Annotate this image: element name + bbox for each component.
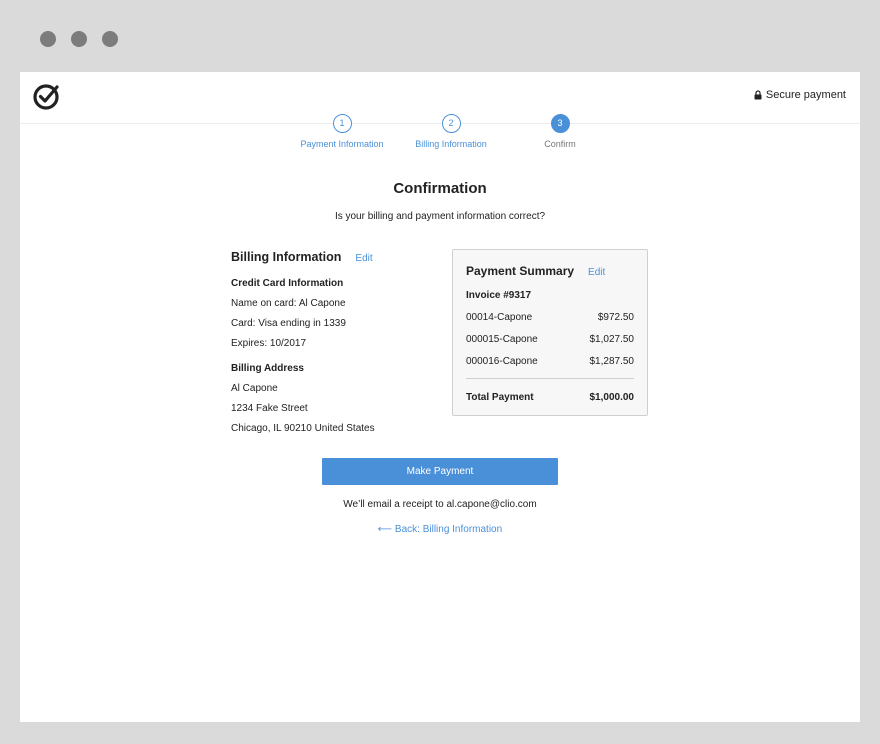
make-payment-button[interactable]: Make Payment bbox=[322, 458, 558, 485]
summary-heading: Payment Summary bbox=[466, 264, 575, 278]
payment-page: Secure payment 1 Payment Information 2 B… bbox=[20, 72, 860, 722]
line-item-amount: $1,287.50 bbox=[589, 356, 635, 367]
lock-icon bbox=[754, 90, 762, 100]
progress-stepper: 1 Payment Information 2 Billing Informat… bbox=[20, 114, 860, 154]
billing-address-heading: Billing Address bbox=[231, 363, 304, 374]
step-number: 2 bbox=[441, 114, 461, 133]
window-controls bbox=[40, 31, 118, 47]
total-amount: $1,000.00 bbox=[589, 392, 635, 403]
summary-line-item: 000015-Capone $1,027.50 bbox=[466, 334, 634, 345]
summary-total-row: Total Payment $1,000.00 bbox=[466, 392, 634, 403]
billing-header: Billing Information Edit bbox=[231, 250, 431, 264]
address-city: Chicago, IL 90210 United States bbox=[231, 423, 375, 434]
receipt-notice: We’ll email a receipt to al.capone@clio.… bbox=[343, 499, 537, 510]
step-label: Confirm bbox=[544, 139, 576, 149]
page-title: Confirmation bbox=[393, 180, 487, 197]
summary-header: Payment Summary Edit bbox=[466, 264, 634, 278]
checkmark-circle-icon[interactable] bbox=[32, 82, 62, 112]
maximize-dot[interactable] bbox=[102, 31, 118, 47]
total-label: Total Payment bbox=[466, 392, 534, 403]
card-expiry: Expires: 10/2017 bbox=[231, 338, 307, 349]
invoice-number: Invoice #9317 bbox=[466, 290, 532, 301]
minimize-dot[interactable] bbox=[71, 31, 87, 47]
credit-card-heading: Credit Card Information bbox=[231, 278, 344, 289]
line-item-name: 00014-Capone bbox=[466, 312, 533, 323]
secure-payment-indicator: Secure payment bbox=[754, 89, 846, 101]
line-item-amount: $972.50 bbox=[597, 312, 634, 323]
line-item-name: 000016-Capone bbox=[466, 356, 538, 367]
payment-summary-card: Payment Summary Edit Invoice #9317 00014… bbox=[452, 249, 648, 416]
billing-heading: Billing Information bbox=[231, 250, 342, 264]
card-number: Card: Visa ending in 1339 bbox=[231, 318, 346, 329]
back-billing-link[interactable]: ⟵ Back: Billing Information bbox=[20, 524, 860, 535]
address-street: 1234 Fake Street bbox=[231, 403, 308, 414]
edit-billing-link[interactable]: Edit bbox=[355, 253, 372, 264]
line-item-name: 000015-Capone bbox=[466, 334, 538, 345]
summary-line-item: 00014-Capone $972.50 bbox=[466, 312, 634, 323]
page-subtitle: Is your billing and payment information … bbox=[334, 211, 546, 222]
summary-line-item: 000016-Capone $1,287.50 bbox=[466, 356, 634, 367]
address-name: Al Capone bbox=[231, 383, 278, 394]
summary-divider bbox=[466, 378, 634, 379]
secure-payment-label: Secure payment bbox=[765, 89, 846, 101]
close-dot[interactable] bbox=[40, 31, 56, 47]
billing-information-section: Billing Information Edit Credit Card Inf… bbox=[231, 250, 431, 434]
edit-summary-link[interactable]: Edit bbox=[588, 267, 605, 278]
step-number: 3 bbox=[550, 114, 570, 133]
name-on-card: Name on card: Al Capone bbox=[231, 298, 346, 309]
step-number: 1 bbox=[332, 114, 352, 133]
line-item-amount: $1,027.50 bbox=[589, 334, 635, 345]
step-confirm: 3 Confirm bbox=[490, 114, 630, 149]
